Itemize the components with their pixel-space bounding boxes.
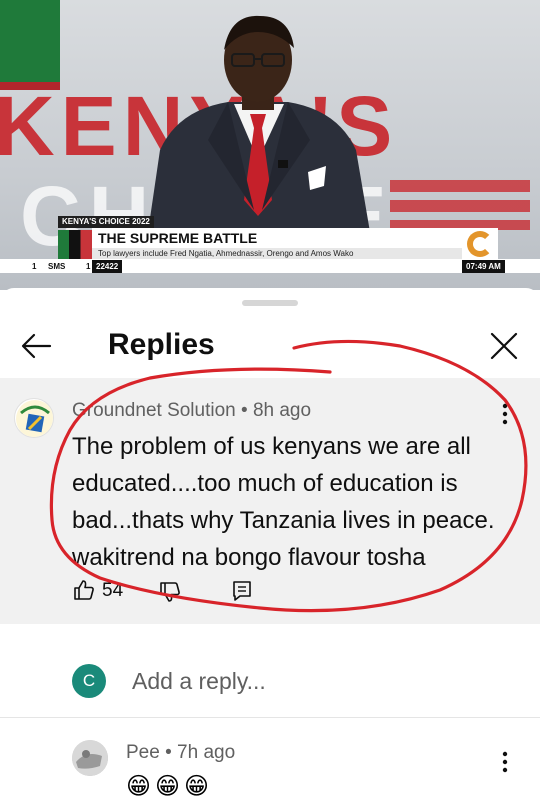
reply-item: Pee • 7h ago 😁😁😁 — [0, 728, 540, 804]
flag-graphic — [58, 230, 92, 260]
comment-author-line: Groundnet Solution • 8h ago — [72, 400, 311, 422]
back-button[interactable] — [18, 330, 54, 362]
comment-menu-button[interactable] — [500, 402, 510, 426]
avatar[interactable] — [14, 398, 54, 438]
sheet-title: Replies — [108, 328, 215, 361]
more-vert-icon — [502, 751, 508, 773]
presenter-image — [148, 15, 370, 232]
comment-time: 8h ago — [252, 400, 312, 421]
ticker-separator: 1 — [86, 262, 91, 271]
user-photo-icon — [72, 740, 108, 776]
highlighted-comment: Groundnet Solution • 8h ago The problem … — [0, 378, 540, 624]
comment-author[interactable]: Groundnet Solution — [72, 400, 236, 421]
reply-input[interactable] — [132, 662, 512, 700]
meta-separator: • — [159, 742, 178, 763]
close-icon — [490, 332, 518, 360]
reply-author-line: Pee • 7h ago — [126, 742, 235, 764]
backdrop-green-block — [0, 0, 60, 82]
meta-separator: • — [235, 400, 253, 421]
reply-text: 😁😁😁 — [126, 772, 214, 800]
channel-logo-icon — [16, 400, 53, 437]
dislike-button[interactable] — [158, 580, 182, 604]
headline: THE SUPREME BATTLE — [92, 228, 472, 248]
ticker-time: 07:49 AM — [462, 260, 505, 273]
ticker-number: 22422 — [92, 260, 123, 273]
avatar[interactable] — [72, 740, 108, 776]
citizen-tv-logo-icon — [462, 228, 498, 260]
reply-button[interactable] — [232, 580, 252, 602]
ticker-sms: SMS — [48, 262, 66, 271]
sheet-header: Replies — [0, 316, 540, 376]
reply-menu-button[interactable] — [500, 750, 510, 774]
close-button[interactable] — [486, 328, 522, 364]
more-vert-icon — [502, 403, 508, 425]
video-player[interactable]: KENYA'S CHOICE KENYA'S CHOICE 2022 THE S… — [0, 0, 540, 290]
reply-icon — [233, 581, 251, 601]
ticker-bar: 1 SMS 1 22422 07:49 AM — [0, 259, 540, 273]
like-button[interactable] — [72, 578, 96, 602]
program-label: KENYA'S CHOICE 2022 — [58, 216, 154, 228]
reply-time: 7h ago — [177, 742, 236, 763]
thumbs-up-icon — [74, 580, 94, 600]
ticker-separator: 1 — [32, 262, 37, 271]
drag-handle[interactable] — [242, 300, 298, 306]
reply-author[interactable]: Pee — [126, 742, 160, 763]
like-count: 54 — [102, 580, 124, 601]
replies-sheet: Replies Groundnet Solution • 8h ago The … — [0, 288, 540, 804]
add-reply-row: C — [0, 644, 540, 718]
user-avatar: C — [72, 664, 106, 698]
thumbs-down-icon — [160, 582, 180, 602]
arrow-left-icon — [21, 333, 52, 359]
comment-text: The problem of us kenyans we are all edu… — [72, 433, 495, 571]
